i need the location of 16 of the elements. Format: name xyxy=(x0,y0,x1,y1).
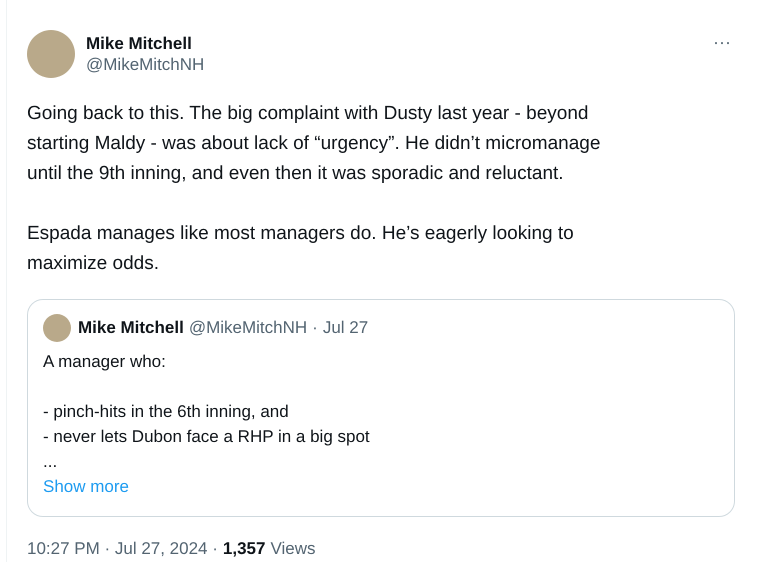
avatar-placeholder[interactable] xyxy=(43,314,71,342)
quoted-post-date: Jul 27 xyxy=(322,318,368,338)
quoted-author-handle: @MikeMitchNH xyxy=(188,318,308,338)
separator-dot: · xyxy=(312,318,318,338)
views-label: Views xyxy=(270,539,316,559)
post-paragraph: Going back to this. The big complaint with Dusty last year - beyond starting Maldy - was about lack of “urgency”. He didn’t micromanage until the 9th inning, and even then it was sporadic and reluctant. xyxy=(27,102,602,186)
more-options-button[interactable]: ··· xyxy=(709,32,735,52)
avatar-placeholder[interactable] xyxy=(27,30,75,78)
author-name[interactable]: Mike Mitchell xyxy=(86,33,698,54)
views-count: 1,357 xyxy=(222,539,266,559)
quoted-author-name: Mike Mitchell xyxy=(78,318,184,338)
post-paragraph: Espada manages like most managers do. He’s eagerly looking to maximize odds. xyxy=(27,222,575,276)
quoted-post-card[interactable]: Mike Mitchell @MikeMitchNH · Jul 27 A manager who: - pinch-hits in the 6th inning, and - never lets Dubon face a RHP in a big spot ... Show more xyxy=(27,299,735,517)
quoted-post-text: A manager who: - pinch-hits in the 6th inning, and - never lets Dubon face a RHP in a big spot ... xyxy=(43,351,371,473)
post-timestamp[interactable]: 10:27 PM · Jul 27, 2024 · xyxy=(27,539,218,559)
author-handle[interactable]: @MikeMitchNH xyxy=(86,54,698,76)
